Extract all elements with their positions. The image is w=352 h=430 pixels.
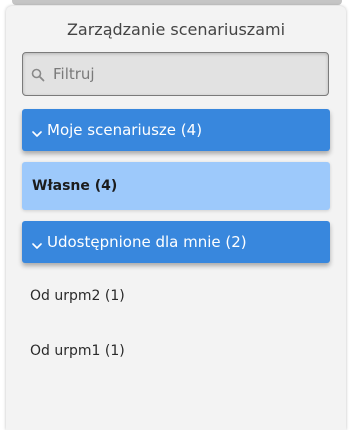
search-icon <box>31 67 45 82</box>
top-shadow-bar <box>12 0 342 5</box>
list-item-from-urpm1[interactable]: Od urpm1 (1) <box>30 343 320 359</box>
list-item-from-urpm2[interactable]: Od urpm2 (1) <box>30 288 320 304</box>
chevron-down-icon <box>32 125 42 137</box>
filter-box[interactable] <box>22 52 329 96</box>
chevron-down-icon <box>32 237 42 249</box>
group-shared-with-me[interactable]: Udostępnione dla mnie (2) <box>22 221 330 263</box>
scenario-management-panel: Zarządzanie scenariuszami Moje scenarius… <box>6 6 346 430</box>
group-label: Udostępnione dla mnie (2) <box>47 233 247 251</box>
list-item-label: Od urpm2 (1) <box>30 288 125 304</box>
list-item-own[interactable]: Własne (4) <box>22 162 330 210</box>
panel-title: Zarządzanie scenariuszami <box>66 20 286 39</box>
group-label: Moje scenariusze (4) <box>47 121 203 139</box>
list-item-label: Własne (4) <box>32 178 118 194</box>
group-my-scenarios[interactable]: Moje scenariusze (4) <box>22 109 330 151</box>
list-item-label: Od urpm1 (1) <box>30 343 125 359</box>
filter-input[interactable] <box>53 61 319 87</box>
